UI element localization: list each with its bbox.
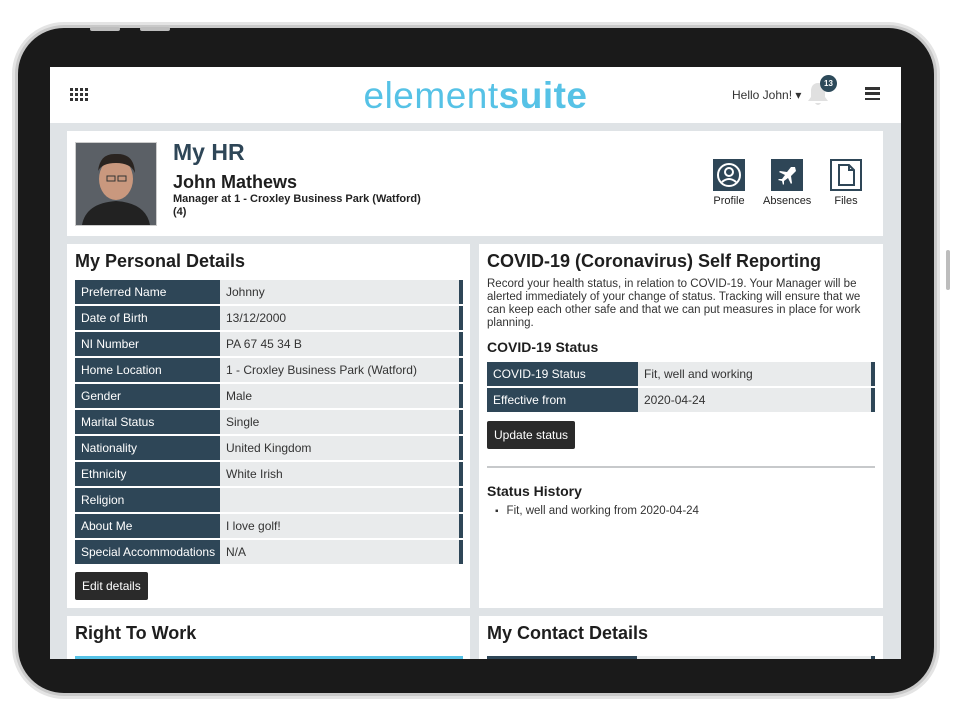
table-row: Preferred Name Johnny: [75, 280, 463, 304]
absences-link[interactable]: Absences: [763, 159, 811, 207]
covid-description: Record your health status, in relation t…: [487, 278, 861, 329]
greeting-text: Hello John!: [732, 88, 793, 102]
divider: [487, 466, 875, 468]
update-status-button[interactable]: Update status: [487, 421, 576, 449]
table-row: Home Location 1 - Croxley Business Park (…: [75, 358, 463, 382]
right-to-work-bar: [75, 656, 463, 659]
menu-icon[interactable]: [865, 87, 880, 101]
profile-link[interactable]: Profile: [713, 159, 745, 207]
top-bar: elementsuite Hello John! ▾ 13: [50, 67, 901, 123]
personal-details-table: Preferred Name Johnny Date of Birth 13/12/…: [75, 280, 463, 566]
card-title: Right To Work: [75, 623, 197, 643]
volume-button: [140, 27, 170, 31]
edit-details-button[interactable]: Edit details: [75, 572, 148, 600]
my-hr-card: My HR John Mathews Manager at 1 - Croxle…: [67, 131, 883, 236]
table-row: Effective from 2020-04-24: [487, 388, 875, 412]
page-title: My HR: [173, 139, 245, 165]
card-title: My Personal Details: [75, 251, 246, 271]
table-row: Nationality United Kingdom: [75, 436, 463, 460]
personal-details-card: My Personal Details Preferred Name Johnny…: [67, 244, 470, 608]
table-row: COVID-19 Status Fit, well and working: [487, 362, 875, 386]
employee-role: Manager at 1 - Croxley Business Park (Wa…: [173, 193, 421, 218]
volume-button: [90, 27, 120, 31]
file-icon: [830, 159, 862, 191]
table-row: Marital Status Single: [75, 410, 463, 434]
covid-card: COVID-19 (Coronavirus) Self Reporting Re…: [479, 244, 883, 608]
covid-status-heading: COVID-19 Status: [487, 339, 599, 355]
avatar: [75, 142, 157, 226]
card-title: COVID-19 (Coronavirus) Self Reporting: [487, 251, 822, 271]
caret-down-icon: ▾: [795, 88, 802, 102]
table-row: Ethnicity White Irish: [75, 462, 463, 486]
screen: elementsuite Hello John! ▾ 13 My HR John…: [50, 67, 901, 659]
employee-name: John Mathews: [173, 172, 298, 192]
side-button: [946, 250, 950, 290]
table-row: Religion: [75, 488, 463, 512]
table-row: Gender Male: [75, 384, 463, 408]
covid-status-table: COVID-19 Status Fit, well and working Eff…: [487, 362, 875, 414]
right-to-work-card: Right To Work: [67, 616, 470, 659]
contact-details-card: My Contact Details: [479, 616, 883, 659]
status-history-heading: Status History: [487, 483, 582, 499]
table-row: Special Accommodations N/A: [75, 540, 463, 564]
plane-icon: [771, 159, 804, 191]
table-row: About Me I love golf!: [75, 514, 463, 538]
list-item: Fit, well and working from 2020-04-24: [495, 505, 699, 517]
table-row: NI Number PA 67 45 34 B: [75, 332, 463, 356]
contact-details-table: [487, 656, 875, 659]
user-icon: [713, 159, 745, 191]
notification-badge: 13: [820, 75, 837, 92]
files-link[interactable]: Files: [830, 159, 862, 207]
user-menu[interactable]: Hello John! ▾: [732, 88, 801, 102]
table-row: Date of Birth 13/12/2000: [75, 306, 463, 330]
card-title: My Contact Details: [487, 623, 649, 643]
